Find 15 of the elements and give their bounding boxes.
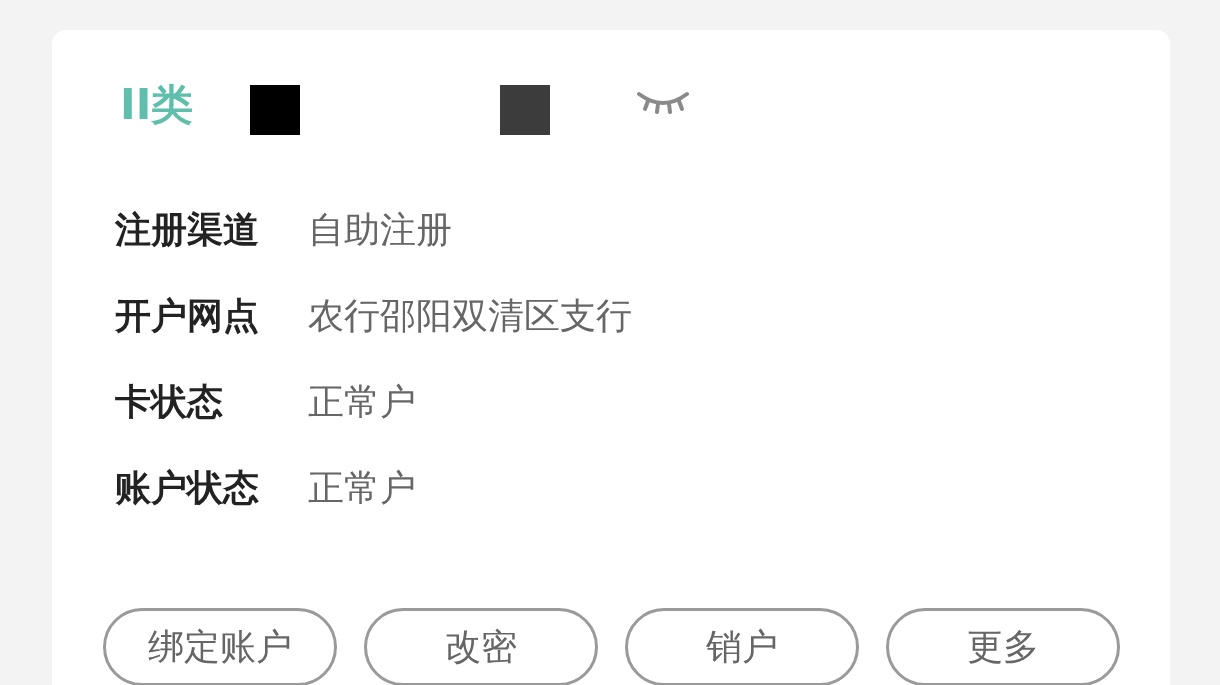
field-label: 开户网点	[115, 293, 260, 338]
redaction-block	[250, 85, 300, 135]
action-button[interactable]: 更多	[886, 608, 1120, 685]
field-value: 正常户	[308, 379, 416, 424]
field-value: 正常户	[308, 465, 416, 510]
action-button[interactable]: 绑定账户	[103, 608, 337, 685]
field-label: 注册渠道	[115, 207, 260, 252]
field-label: 账户状态	[115, 465, 260, 510]
account-type-label: II类	[120, 80, 194, 129]
field-label: 卡状态	[115, 379, 224, 424]
field-value: 自助注册	[308, 207, 452, 252]
field-value: 农行邵阳双清区支行	[308, 293, 632, 338]
action-button[interactable]: 改密	[364, 608, 598, 685]
action-button[interactable]: 销户	[625, 608, 859, 685]
redaction-block	[500, 85, 550, 135]
